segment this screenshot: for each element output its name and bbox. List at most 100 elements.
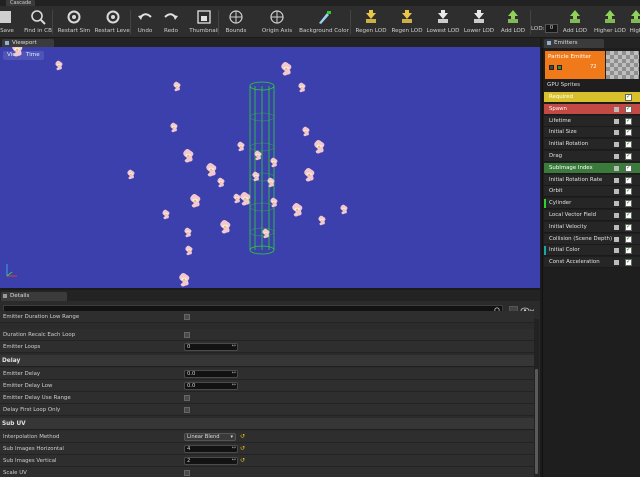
module-graph-toggle[interactable] xyxy=(614,189,619,195)
module-enable-checkbox[interactable] xyxy=(625,235,632,243)
module-enable-checkbox[interactable] xyxy=(625,223,632,231)
emitter-module-row[interactable]: Spawn xyxy=(544,103,640,115)
emitter-module-row[interactable]: Const Acceleration xyxy=(544,257,640,269)
details-tab[interactable]: Details xyxy=(1,292,67,301)
property-row: Sub Images Vertical 2↺ xyxy=(0,455,534,467)
module-enable-checkbox[interactable] xyxy=(625,105,632,113)
module-enable-checkbox[interactable] xyxy=(625,140,632,149)
lowest-lod-button[interactable]: Lowest LOD xyxy=(427,7,460,37)
module-graph-toggle[interactable] xyxy=(614,130,619,136)
module-enable-checkbox[interactable] xyxy=(625,176,632,184)
property-dropdown[interactable]: Linear Blend xyxy=(184,433,236,441)
regen-lod-button[interactable]: Regen LOD xyxy=(391,7,423,37)
emitter-header[interactable]: Particle Emitter 72 xyxy=(545,51,605,79)
add-lod-button[interactable]: Add LOD xyxy=(563,7,587,37)
module-name: Initial Size xyxy=(549,129,577,136)
emitter-solo-toggle[interactable] xyxy=(557,65,562,70)
module-enable-checkbox[interactable] xyxy=(625,117,632,125)
regen-lod-button[interactable]: Regen LOD xyxy=(355,7,387,37)
background-color-button[interactable]: Background Color xyxy=(299,7,349,37)
module-enable-checkbox[interactable] xyxy=(625,128,632,137)
emitter-module-row[interactable]: SubImage Index xyxy=(544,162,640,174)
emitter-module-row[interactable]: Initial Velocity xyxy=(544,221,640,233)
property-checkbox[interactable] xyxy=(184,332,190,338)
module-enable-checkbox[interactable] xyxy=(625,152,632,160)
emitter-module-row[interactable]: Initial Rotation xyxy=(544,139,640,151)
viewport[interactable]: View Time xyxy=(0,47,540,288)
emitter-module-row[interactable]: Drag xyxy=(544,151,640,162)
redo-button[interactable]: Redo xyxy=(160,7,182,37)
module-graph-toggle[interactable] xyxy=(614,260,619,266)
module-enable-checkbox[interactable] xyxy=(625,258,632,267)
lower-lod-button[interactable]: Lower LOD xyxy=(463,7,495,37)
module-graph-toggle[interactable] xyxy=(614,177,619,183)
property-name: Emitter Delay Low xyxy=(3,383,53,389)
property-checkbox[interactable] xyxy=(184,470,190,476)
module-graph-toggle[interactable] xyxy=(614,154,619,159)
property-name: Delay First Loop Only xyxy=(3,407,61,413)
details-scrollbar[interactable] xyxy=(534,319,539,477)
emitter-module-row[interactable]: Local Vector Field xyxy=(544,210,640,221)
module-enable-checkbox[interactable] xyxy=(625,187,632,196)
particle-sprite xyxy=(292,203,303,217)
high-button[interactable]: High xyxy=(628,7,640,37)
module-graph-toggle[interactable] xyxy=(614,248,619,254)
details-section-header[interactable]: Sub UV xyxy=(0,418,534,430)
property-number-input[interactable]: 4 xyxy=(184,445,238,453)
module-enable-checkbox[interactable] xyxy=(625,199,632,208)
restart-sim-button[interactable]: Restart Sim xyxy=(58,7,90,37)
module-enable-checkbox[interactable] xyxy=(625,246,632,255)
property-name: Emitter Delay xyxy=(3,371,41,377)
module-graph-toggle[interactable] xyxy=(614,142,619,148)
emitter-module-row[interactable]: Collision (Scene Depth) xyxy=(544,233,640,245)
emitter-module-row[interactable]: Required xyxy=(544,92,640,103)
property-checkbox[interactable] xyxy=(184,407,190,413)
module-enable-checkbox[interactable] xyxy=(625,93,632,101)
bounds-button[interactable]: Bounds xyxy=(224,7,248,37)
reset-to-default-icon[interactable]: ↺ xyxy=(240,445,245,453)
details-tab-label: Details xyxy=(10,293,30,299)
property-row: Emitter Delay Low 0.0 xyxy=(0,380,534,392)
emitter-module-row[interactable]: Initial Color xyxy=(544,245,640,257)
add-lod-button[interactable]: Add LOD xyxy=(499,7,527,37)
module-enable-checkbox[interactable] xyxy=(625,164,632,172)
emitter-module-row[interactable]: Initial Size xyxy=(544,127,640,139)
emitters-tab[interactable]: Emitters xyxy=(544,39,604,48)
toolbar-button-label: Restart Level xyxy=(94,28,132,34)
details-scrollbar-thumb[interactable] xyxy=(535,369,538,474)
property-number-input[interactable]: 2 xyxy=(184,457,238,465)
thumbnail-button[interactable]: Thumbnail xyxy=(188,7,220,37)
emitter-module-row[interactable]: Lifetime xyxy=(544,115,640,127)
reset-to-default-icon[interactable]: ↺ xyxy=(240,433,245,441)
module-graph-toggle[interactable] xyxy=(614,224,619,230)
restart-level-button[interactable]: Restart Level xyxy=(94,7,132,37)
module-graph-toggle[interactable] xyxy=(614,236,619,242)
higher-lod-button[interactable]: Higher LOD xyxy=(592,7,628,37)
emitter-module-row[interactable]: Cylinder xyxy=(544,198,640,210)
property-number-input[interactable]: 0.0 xyxy=(184,382,238,390)
particle-sprite xyxy=(237,141,245,152)
property-checkbox[interactable] xyxy=(184,314,190,320)
property-number-input[interactable]: 0.0 xyxy=(184,370,238,378)
viewport-tab[interactable]: Viewport xyxy=(2,39,54,47)
reset-to-default-icon[interactable]: ↺ xyxy=(240,457,245,465)
toolbar-button-label: Save xyxy=(0,28,14,34)
emitter-enable-toggle[interactable] xyxy=(549,65,554,70)
module-graph-toggle[interactable] xyxy=(614,201,619,207)
undo-button[interactable]: Undo xyxy=(134,7,156,37)
module-graph-toggle[interactable] xyxy=(614,213,619,218)
module-graph-toggle[interactable] xyxy=(614,106,619,112)
emitter-module-row[interactable]: Initial Rotation Rate xyxy=(544,174,640,186)
find-in-cb-button[interactable]: Find in CB xyxy=(22,7,54,37)
property-checkbox[interactable] xyxy=(184,395,190,401)
details-section-header[interactable]: Delay xyxy=(0,355,534,367)
toolbar-button-label: Thumbnail xyxy=(189,28,219,34)
lod-input[interactable]: 0 xyxy=(545,24,558,33)
module-enable-checkbox[interactable] xyxy=(625,211,632,219)
property-number-input[interactable]: 0 xyxy=(184,343,238,351)
module-graph-toggle[interactable] xyxy=(614,118,619,124)
save-button[interactable]: Save xyxy=(0,7,14,37)
module-graph-toggle[interactable] xyxy=(614,165,619,171)
origin-axis-button[interactable]: Origin Axis xyxy=(260,7,294,37)
emitter-module-row[interactable]: Orbit xyxy=(544,186,640,198)
